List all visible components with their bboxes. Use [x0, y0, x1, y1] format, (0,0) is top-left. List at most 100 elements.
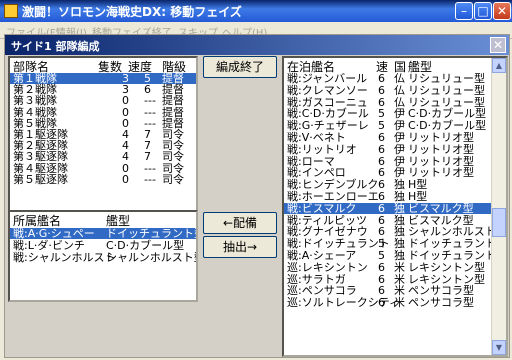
ship-row[interactable]: 戦:クレマンソー 6 仏リシュリュー型: [284, 85, 491, 96]
ship-name: 戦:インペロ: [287, 166, 346, 180]
dialog-title: サイド1 部隊編成: [11, 40, 100, 53]
ship-speed: 6: [378, 72, 385, 85]
ship-type: C·D·カブール型: [408, 119, 487, 133]
ship-row[interactable]: 戦:ドイッチュラント 5 独ドイッチュラント型: [284, 237, 506, 251]
member-row[interactable]: 戦:シャルンホルスト シャルンホルスト型: [10, 252, 196, 263]
ship-name: 戦:グナイゼナウ: [287, 225, 368, 239]
unit-speed: ---: [144, 94, 156, 108]
ship-speed: 5: [378, 249, 385, 262]
unit-row[interactable]: 第５駆逐隊 0 --- 司令: [10, 174, 196, 185]
unit-row[interactable]: 第３駆逐隊 4 7 司令: [10, 151, 196, 162]
ship-row[interactable]: 戦:ヒンデンブルク 6 独 H型: [284, 179, 491, 190]
ship-speed: 6: [378, 284, 385, 298]
unit-ships: 0: [122, 94, 129, 108]
ship-row[interactable]: 戦:ティルピッツ 6 独ビスマルク型: [284, 215, 491, 226]
ship-name: 戦:ホーエンローエ: [287, 190, 379, 203]
ship-row[interactable]: 戦:ビスマルク 6 独ビスマルク型: [284, 201, 491, 215]
ship-speed: 6: [378, 131, 385, 144]
ship-type: ビスマルク型: [408, 201, 474, 215]
unit-name: 第３駆逐隊: [13, 150, 68, 164]
assign-button[interactable]: ←配備: [203, 212, 277, 234]
ship-name: 戦:ビスマルク: [287, 201, 357, 215]
unit-ships: 0: [122, 161, 129, 175]
ship-row[interactable]: 戦:インペロ 6 伊リットリオ型: [284, 167, 491, 178]
ship-name: 巡:レキシントン: [287, 260, 368, 274]
maximize-button[interactable]: □: [474, 2, 492, 20]
ship-type: C·D·カブール型: [408, 107, 487, 121]
ship-name: 戦:リットリオ: [287, 142, 357, 156]
finish-organization-button[interactable]: 編成終了: [203, 56, 277, 78]
ship-row[interactable]: 戦:グナイゼナウ 6 独シャルンホルスト型: [284, 225, 506, 239]
window-title: 激闘！ソロモン海戦史DX: 移動フェイズ: [22, 5, 242, 19]
ship-type: リシュリュー型: [408, 95, 485, 109]
unit-ships: 0: [122, 172, 129, 186]
member-row[interactable]: 戦:L·ダ·ビンチ C·D·カブール型: [10, 240, 196, 251]
unit-row[interactable]: 第３戦隊 0 --- 提督: [10, 95, 196, 106]
ship-speed: 5: [378, 237, 385, 251]
ship-row[interactable]: 戦:ジャンバール 6 仏リシュリュー型: [284, 73, 491, 84]
ship-row[interactable]: 戦:A·シェーア 5 独ドイッチュラント型: [284, 249, 506, 262]
ship-name: 戦:クレマンソー: [287, 83, 368, 97]
ship-name: 巡:サラトガ: [287, 272, 346, 286]
scroll-thumb[interactable]: [492, 208, 506, 237]
member-name: 戦:A·G·シュペー: [13, 227, 95, 240]
unit-name: 第５駆逐隊: [13, 172, 68, 186]
ship-name: 戦:ローマ: [287, 154, 335, 168]
fleet-organization-dialog: サイド1 部隊編成 ✕ 部隊名 隻数 速度 階級 第１戦隊 3 5 提督 第２戦隊 3 6 提…: [4, 34, 510, 358]
member-list[interactable]: 所属艦名 艦型 戦:A·G·シュペー ドイッチュラント型 戦:L·ダ·ビンチ C·D·…: [8, 210, 198, 302]
ship-row[interactable]: 戦:C·D·カブール 5 伊 C·D·カブール型: [284, 108, 491, 119]
ship-speed: 5: [378, 119, 385, 133]
ship-row[interactable]: 戦:ガスコーニュ 6 仏リシュリュー型: [284, 97, 491, 108]
member-row[interactable]: 戦:A·G·シュペー ドイッチュラント型: [10, 228, 196, 239]
ship-nation: 伊: [394, 119, 405, 133]
ship-row[interactable]: 戦:ホーエンローエ 6 独 H型: [284, 191, 491, 202]
dialog-close-button[interactable]: ✕: [490, 37, 506, 53]
ship-row[interactable]: 戦:リットリオ 6 伊リットリオ型: [284, 144, 491, 155]
ship-nation: 伊: [394, 142, 405, 156]
ship-speed: 6: [378, 142, 385, 156]
ship-nation: 米: [394, 296, 405, 310]
ship-row[interactable]: 巡:ソルトレークシティ 6 米ペンサコラ型: [284, 297, 491, 308]
ship-row[interactable]: 戦:G·チェザーレ 5 伊 C·D·カブール型: [284, 120, 491, 131]
unit-list[interactable]: 部隊名 隻数 速度 階級 第１戦隊 3 5 提督 第２戦隊 3 6 提督 第３戦隊 0 --- 提督第…: [8, 56, 198, 234]
ship-speed: 5: [378, 107, 385, 121]
unit-row[interactable]: 第４駆逐隊 0 --- 司令: [10, 163, 196, 174]
unit-row[interactable]: 第４戦隊 0 --- 提督: [10, 107, 196, 118]
ship-nation: 独: [394, 190, 405, 203]
scroll-up-arrow-icon[interactable]: ▲: [492, 58, 506, 73]
unit-speed: ---: [144, 172, 156, 186]
app-icon: [4, 4, 18, 18]
extract-button[interactable]: 抽出→: [203, 236, 277, 258]
ship-speed: 6: [378, 296, 385, 310]
ship-type: リットリオ型: [408, 166, 474, 180]
scroll-down-arrow-icon[interactable]: ▼: [492, 340, 506, 355]
ship-type: リットリオ型: [408, 131, 474, 144]
ship-row[interactable]: 巡:ペンサコラ 6 米ペンサコラ型: [284, 285, 491, 296]
unit-name: 第３戦隊: [13, 94, 57, 108]
ship-name: 戦:ガスコーニュ: [287, 95, 368, 109]
dialog-title-bar[interactable]: サイド1 部隊編成 ✕: [5, 35, 509, 55]
ship-nation: 伊: [394, 154, 405, 168]
ship-row[interactable]: 戦:ローマ 6 伊リットリオ型: [284, 156, 491, 167]
close-button[interactable]: ✕: [493, 2, 511, 20]
title-bar[interactable]: 激闘！ソロモン海戦史DX: 移動フェイズ – □ ✕: [0, 0, 512, 22]
ship-type: リシュリュー型: [408, 83, 485, 97]
ship-row[interactable]: 巡:レキシントン 6 米レキシントン型: [284, 262, 491, 273]
harbor-scrollbar[interactable]: ▲ ▼: [491, 58, 506, 355]
minimize-button[interactable]: –: [455, 2, 473, 20]
ship-speed: 6: [378, 166, 385, 180]
ship-type: レキシントン型: [408, 272, 485, 286]
ship-row[interactable]: 戦:V·ベネト 6 伊リットリオ型: [284, 132, 491, 143]
ship-speed: 6: [378, 178, 385, 192]
member-type: シャルンホルスト型: [106, 251, 198, 264]
ship-speed: 6: [378, 213, 385, 227]
ship-nation: 独: [394, 225, 405, 239]
unit-rank: 司令: [162, 172, 184, 186]
ship-type: ペンサコラ型: [408, 284, 474, 298]
unit-rank: 司令: [162, 150, 184, 164]
ship-speed: 6: [378, 83, 385, 97]
ship-type: ペンサコラ型: [408, 296, 474, 310]
harbor-ship-list[interactable]: 在泊艦名 速 国 艦型 戦:ジャンバール 6 仏リシュリュー型 戦:クレマンソー 6 仏リ…: [282, 56, 508, 357]
ship-name: 戦:C·D·カブール: [287, 107, 369, 121]
ship-row[interactable]: 巡:サラトガ 6 米レキシントン型: [284, 274, 491, 285]
